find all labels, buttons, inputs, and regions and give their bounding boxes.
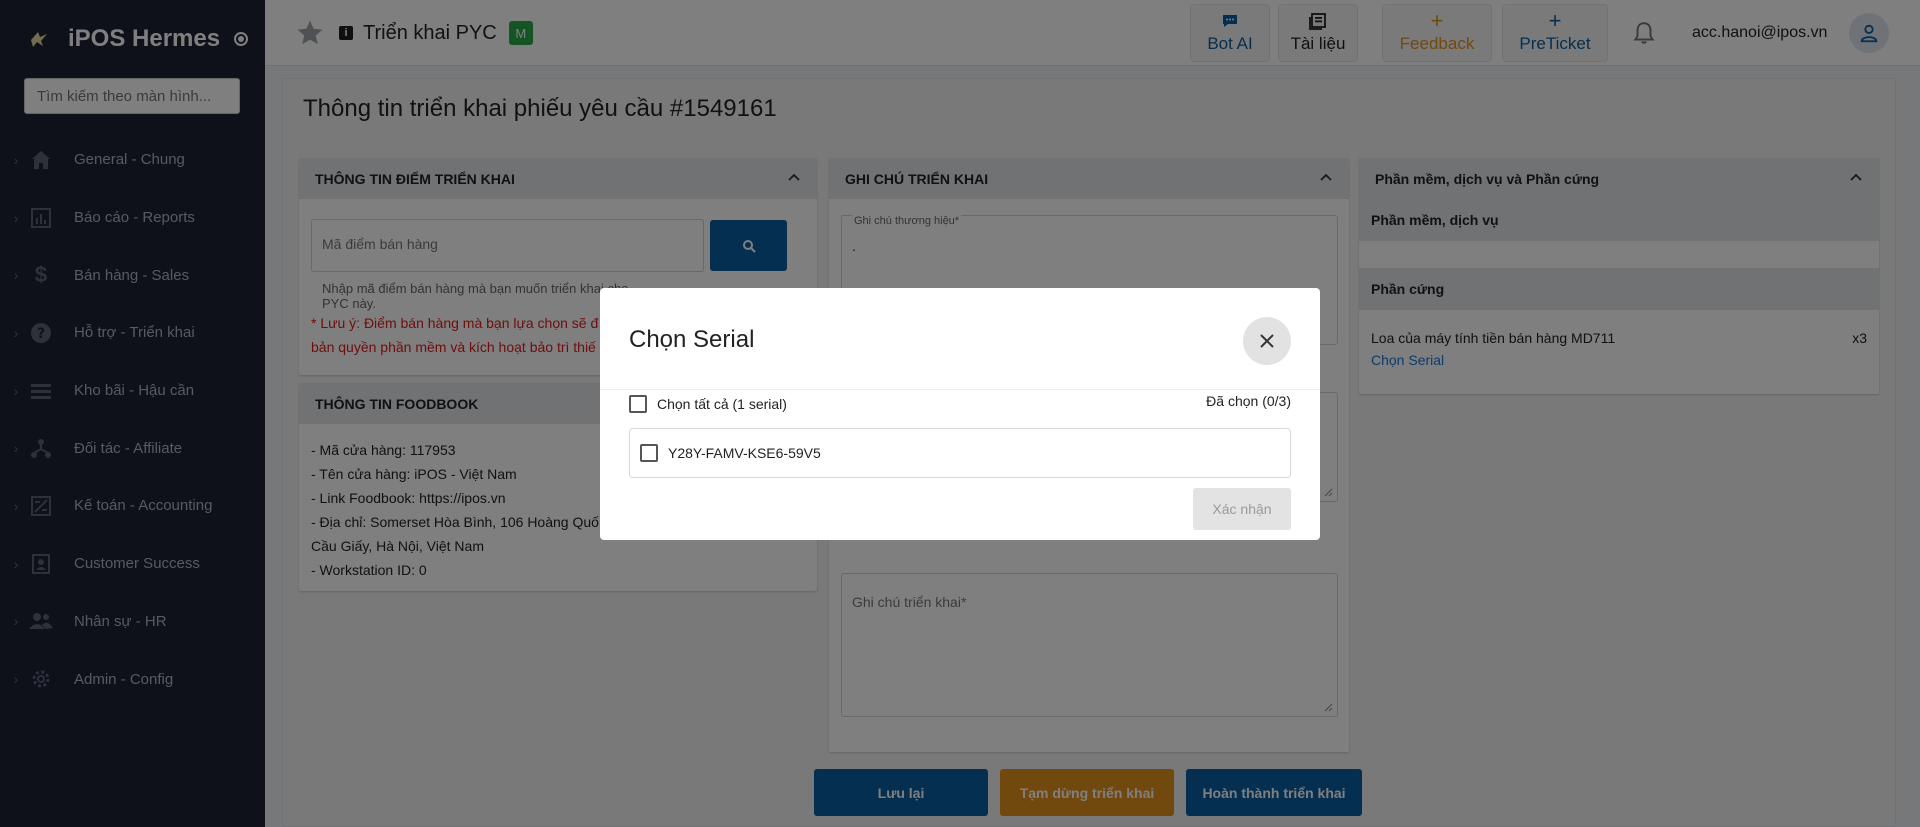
serial-checkbox[interactable] (640, 444, 658, 462)
select-all-row[interactable]: Chọn tất cả (1 serial) (629, 395, 787, 413)
choose-serial-modal: Chọn Serial Chọn tất cả (1 serial) Đã ch… (600, 288, 1320, 540)
close-button[interactable] (1243, 317, 1291, 365)
selected-count: Đã chọn (0/3) (1206, 393, 1291, 409)
serial-option[interactable]: Y28Y-FAMV-KSE6-59V5 (629, 428, 1291, 478)
confirm-button[interactable]: Xác nhận (1193, 488, 1291, 530)
select-all-checkbox[interactable] (629, 395, 647, 413)
serial-label: Y28Y-FAMV-KSE6-59V5 (668, 445, 821, 461)
modal-divider (600, 389, 1320, 390)
modal-title: Chọn Serial (629, 326, 755, 353)
select-all-label: Chọn tất cả (1 serial) (657, 396, 787, 412)
close-icon (1260, 334, 1274, 348)
